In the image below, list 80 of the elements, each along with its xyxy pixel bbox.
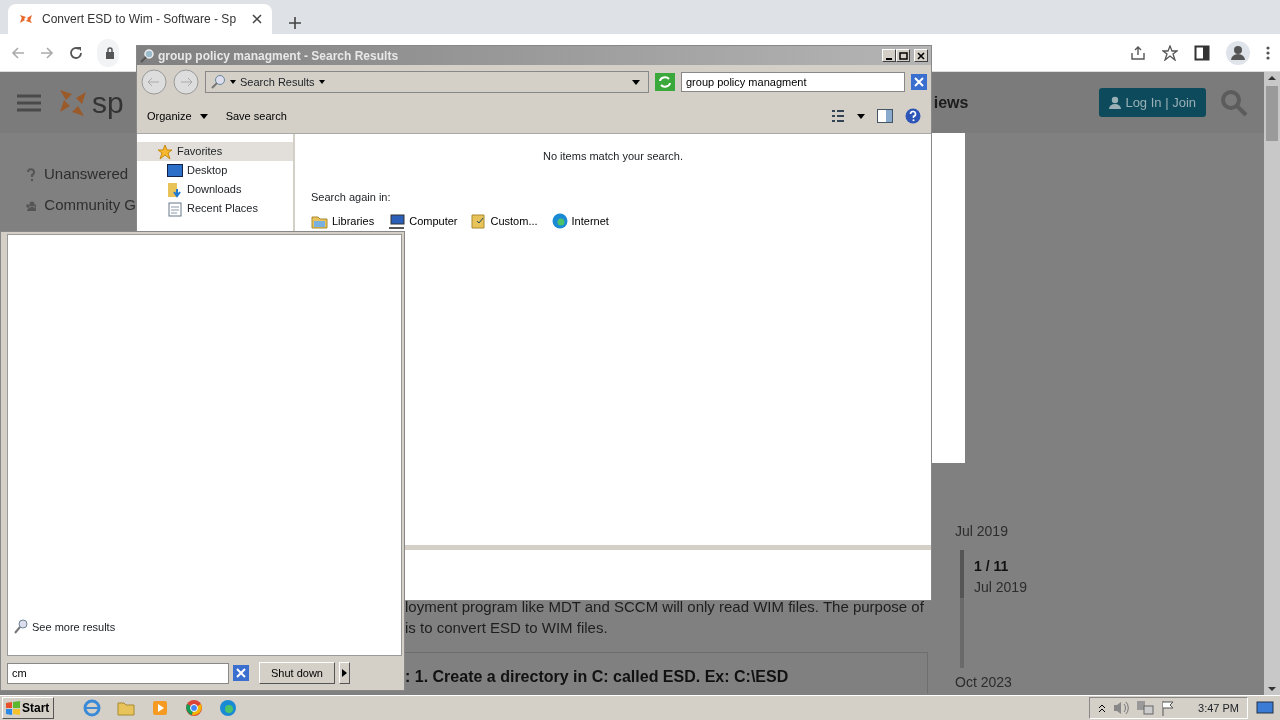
timeline-position: 1 / 11 bbox=[974, 557, 1010, 576]
timeline-end-date: Oct 2023 bbox=[955, 673, 1013, 692]
libraries-folder-icon bbox=[311, 213, 328, 229]
caret-icon[interactable] bbox=[230, 80, 236, 84]
clear-search-icon[interactable] bbox=[911, 74, 927, 90]
timeline-date: Jul 2019 bbox=[974, 578, 1027, 597]
side-panel-icon[interactable] bbox=[1194, 44, 1210, 61]
star-icon bbox=[157, 143, 173, 160]
close-icon bbox=[917, 51, 925, 60]
bookmark-star-icon[interactable] bbox=[1162, 44, 1178, 61]
body-text: loyment program like MDT and SCCM will only read WIM files. The purpose of bbox=[405, 597, 925, 617]
see-more-results-link[interactable]: See more results bbox=[32, 618, 116, 635]
clear-search-icon[interactable] bbox=[233, 665, 249, 681]
start-button[interactable]: Start bbox=[2, 697, 54, 719]
timeline-track[interactable] bbox=[960, 550, 964, 668]
help-icon[interactable] bbox=[905, 108, 921, 124]
dropdown-icon[interactable] bbox=[632, 79, 640, 85]
profile-avatar-icon[interactable] bbox=[1226, 40, 1250, 65]
timeline-start-date: Jul 2019 bbox=[955, 522, 1009, 541]
search-field[interactable]: group policy managment bbox=[681, 72, 905, 92]
windows-logo-icon bbox=[5, 700, 21, 716]
search-location-link[interactable]: Internet bbox=[551, 213, 609, 230]
window-title: group policy managment - Search Results bbox=[158, 47, 399, 65]
nav-item[interactable]: Recent Places bbox=[137, 199, 293, 218]
custom-folder-icon bbox=[471, 213, 487, 230]
user-icon bbox=[1109, 96, 1122, 109]
close-button[interactable] bbox=[914, 49, 928, 62]
search-location-link[interactable]: Libraries bbox=[311, 213, 375, 230]
nav-item[interactable]: Desktop bbox=[137, 161, 293, 180]
address-breadcrumb[interactable]: Search Results bbox=[205, 71, 649, 93]
tray-expand-icon[interactable] bbox=[1098, 703, 1107, 713]
sidebar-link[interactable]: Community G bbox=[44, 194, 136, 217]
maximize-button[interactable] bbox=[896, 49, 910, 62]
body-text: is to convert ESD to WIM files. bbox=[405, 618, 609, 638]
minimize-button[interactable] bbox=[882, 49, 896, 62]
step-heading: : 1. Create a directory in C: called ESD. Ex: C:\ESD bbox=[405, 667, 790, 687]
show-desktop-icon[interactable] bbox=[1256, 701, 1274, 715]
view-options-icon[interactable] bbox=[831, 109, 845, 123]
recent-places-icon bbox=[167, 200, 183, 217]
preview-pane-icon[interactable] bbox=[877, 109, 893, 123]
share-icon[interactable] bbox=[1130, 44, 1146, 61]
browser-tab[interactable]: Convert ESD to Wim - Software - Sp bbox=[8, 4, 273, 34]
tab-title: Convert ESD to Wim - Software - Sp bbox=[42, 11, 237, 28]
scrollbar[interactable] bbox=[1264, 72, 1280, 695]
reload-icon[interactable] bbox=[68, 44, 84, 61]
shut-down-options-button[interactable] bbox=[339, 662, 350, 684]
toolbar-button[interactable]: Organize bbox=[147, 107, 208, 125]
search-icon bbox=[14, 618, 28, 635]
shut-down-button[interactable]: Shut down bbox=[259, 662, 335, 684]
search-icon bbox=[140, 48, 154, 63]
toolbar-button[interactable]: Save search bbox=[225, 107, 287, 125]
downloads-folder-icon bbox=[167, 181, 183, 198]
search-location-link[interactable]: Computer bbox=[388, 213, 458, 230]
menu-icon[interactable] bbox=[1266, 44, 1270, 61]
empty-message: No items match your search. bbox=[542, 149, 684, 164]
nav-item[interactable]: Downloads bbox=[137, 180, 293, 199]
caret-icon[interactable] bbox=[318, 80, 325, 84]
address-bar[interactable] bbox=[97, 38, 119, 67]
logo-text: sp bbox=[92, 85, 124, 121]
nav-link[interactable]: iews bbox=[933, 90, 969, 115]
maximize-icon bbox=[898, 51, 908, 60]
close-tab-icon[interactable] bbox=[252, 14, 263, 24]
sidebar-link[interactable]: Unanswered bbox=[44, 163, 129, 186]
scrollbar-thumb[interactable] bbox=[1266, 86, 1278, 141]
start-search-field[interactable]: cm bbox=[7, 662, 229, 684]
search-icon bbox=[210, 74, 226, 90]
login-button[interactable]: Log In | Join bbox=[1099, 87, 1206, 118]
network-icon[interactable] bbox=[1136, 700, 1155, 716]
timeline-handle[interactable] bbox=[960, 550, 964, 598]
refresh-icon[interactable] bbox=[655, 73, 675, 91]
computer-icon bbox=[388, 213, 406, 229]
arrow-icon bbox=[342, 668, 347, 677]
search-location-link[interactable]: Custom... bbox=[471, 213, 538, 230]
people-icon bbox=[26, 200, 37, 211]
desktop-icon bbox=[167, 164, 183, 177]
search-again-label: Search again in: bbox=[311, 189, 392, 205]
minimize-icon bbox=[886, 57, 892, 60]
nav-item[interactable]: Favorites bbox=[137, 142, 293, 161]
question-icon bbox=[26, 167, 36, 182]
dropdown-icon[interactable] bbox=[857, 113, 865, 119]
